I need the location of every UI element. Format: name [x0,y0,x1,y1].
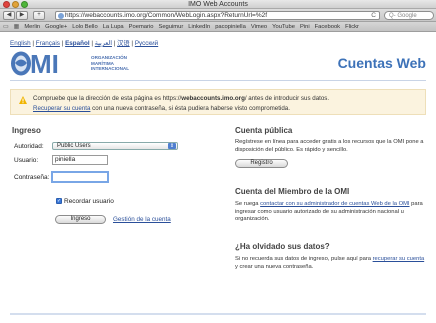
notice-line: Recuperar su cuenta con una nueva contra… [33,105,290,112]
bookmark-item[interactable]: Pini [300,24,310,30]
address-bar[interactable]: https://webaccounts.imo.org/Common/WebLo… [55,11,380,20]
search-field[interactable]: Q- Google [384,11,434,20]
page-title: Cuentas Web [337,55,426,71]
manage-account-link[interactable]: Gestión de la cuenta [113,216,171,223]
bookmark-item[interactable]: Flickr [345,24,359,30]
bookmark-item[interactable]: LinkedIn [188,24,210,30]
window-titlebar: IMO Web Accounts [0,0,436,9]
browser-toolbar: ◀ ▶ + https://webaccounts.imo.org/Common… [0,9,436,22]
bookmark-item[interactable]: Seguimur [158,24,183,30]
bookmarks-bar: ▭ ▦ Merlin Google+ Lolo Bello La Lupa Po… [0,22,436,32]
public-account-text: Regístrese en línea para acceder gratis … [235,139,424,153]
member-text: Se ruega [235,201,261,207]
bookmark-item[interactable]: Google+ [45,24,67,30]
lang-russian-link[interactable]: Русский [135,40,158,47]
bookmark-item[interactable]: La Lupa [103,24,124,30]
address-text: https://webaccounts.imo.org/Common/WebLo… [65,12,268,19]
lang-chinese-link[interactable]: 汉语 [117,40,130,47]
omi-logo[interactable]: MI [10,50,66,77]
notice-text: Compruebe que la dirección de esta págin… [33,95,182,102]
organization-name: ORGANIZACIÓN MARÍTIMA INTERNACIONAL [91,55,129,72]
login-button[interactable]: Ingreso [55,215,106,224]
add-bookmark-button[interactable]: + [33,11,45,20]
authority-value: Public Users [57,143,91,149]
member-account-text: Se ruega contactar con su administrador … [235,201,425,224]
back-button[interactable]: ◀ [3,11,15,20]
member-account-heading: Cuenta del Miembro de la OMI [235,187,350,196]
forgot-text-part: Si no recuerda sus datos de ingreso, pul… [235,256,373,262]
window-title: IMO Web Accounts [188,1,248,8]
password-input[interactable] [51,171,109,183]
authority-select[interactable]: Public Users ⇕ [52,142,178,150]
reload-icon[interactable]: C [371,12,376,19]
chevron-updown-icon: ⇕ [168,143,176,149]
recover-account-link[interactable]: Recuperar su cuenta [33,105,90,112]
site-globe-icon [58,13,64,19]
org-name-line: INTERNACIONAL [91,66,130,71]
security-notice: Compruebe que la dirección de esta págin… [10,89,426,115]
lang-french-link[interactable]: Français [36,40,60,47]
warning-icon [19,96,27,104]
back-arrow-icon: ◀ [6,12,12,18]
lang-spanish-link[interactable]: Español [65,40,90,47]
reading-list-icon[interactable]: ▭ [3,23,9,30]
login-heading: Ingreso [12,126,41,135]
notice-line: Compruebe que la dirección de esta págin… [33,95,329,102]
register-button[interactable]: Registro [235,159,288,168]
bookmark-item[interactable]: YouTube [272,24,295,30]
username-input[interactable]: piniella [52,155,108,165]
svg-text:MI: MI [30,50,59,77]
forgot-text-part: y crear una nueva contraseña. [235,263,314,270]
bookmark-item[interactable]: Poemario [129,24,154,30]
forgot-text: Si no recuerda sus datos de ingreso, pul… [235,256,425,271]
plus-icon: + [37,12,41,18]
lang-arabic-link[interactable]: العربية [95,40,112,47]
language-selector: English | Français | Español | العربية |… [10,40,159,47]
forward-arrow-icon: ▶ [19,12,25,18]
bookmark-item[interactable]: Merlin [24,24,40,30]
remember-user-checkbox[interactable]: ✓ [56,198,62,204]
header-divider [10,80,426,81]
bookmark-item[interactable]: Vimeo [251,24,267,30]
lang-english-link[interactable]: English [10,40,31,47]
notice-domain: webaccounts.imo.org [181,95,245,102]
bookmark-item[interactable]: Facebook [315,24,340,30]
notice-text: con una nueva contraseña, si ésta pudier… [90,105,290,112]
bookmarks-grid-icon[interactable]: ▦ [14,23,20,30]
checkmark-icon: ✓ [57,198,62,204]
bookmark-item[interactable]: pacopiniella [215,24,246,30]
footer-divider [10,313,426,315]
forgot-heading: ¿Ha olvidado sus datos? [235,242,330,251]
password-label: Contraseña: [14,174,50,181]
forward-button[interactable]: ▶ [16,11,28,20]
notice-text: / antes de introducir sus datos. [244,95,330,102]
public-account-heading: Cuenta pública [235,126,293,135]
recover-account-link[interactable]: recuperar su cuenta [373,256,425,262]
remember-user-label: Recordar usuario [64,198,114,205]
user-label: Usuario: [14,157,39,164]
authority-label: Autoridad: [14,143,44,150]
org-name-line: ORGANIZACIÓN [91,55,127,60]
contact-admin-link[interactable]: contactar con su administrador de cuenta… [260,201,409,207]
bookmark-item[interactable]: Lolo Bello [72,24,97,30]
